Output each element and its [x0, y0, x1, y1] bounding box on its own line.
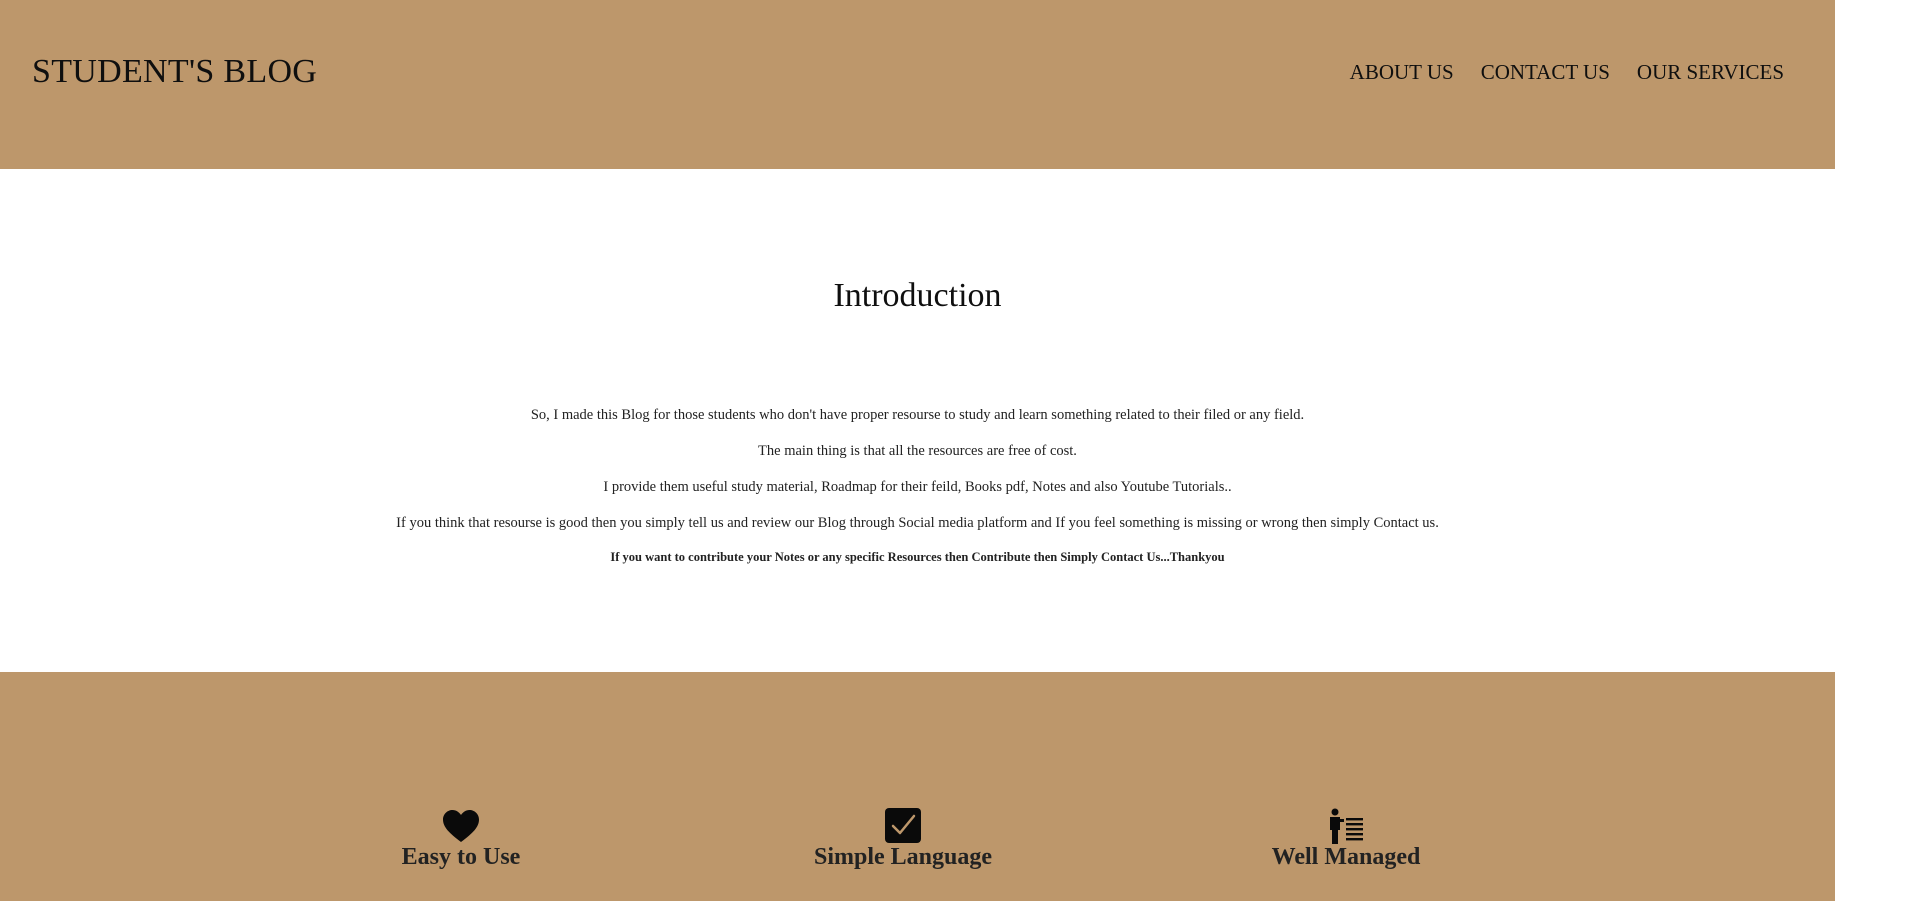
intro-paragraph: So, I made this Blog for those students … [530, 407, 1305, 423]
intro-paragraph: I provide them useful study material, Ro… [603, 479, 1232, 495]
feature-label: Well Managed [1271, 844, 1421, 870]
checkbox-icon [885, 808, 921, 843]
intro-paragraph: The main thing is that all the resources… [758, 443, 1077, 459]
contribute-note: If you want to contribute your Notes or … [610, 550, 1225, 564]
introduction-section: Introduction So, I made this Blog for th… [0, 169, 1835, 672]
feature-well-managed: Well Managed [1216, 808, 1476, 872]
site-logo-text[interactable]: STUDENT'S BLOG [32, 52, 317, 92]
site-header: STUDENT'S BLOG ABOUT US CONTACT US OUR S… [0, 0, 1835, 169]
introduction-heading: Introduction [833, 277, 1002, 314]
person-list-icon [1330, 808, 1363, 844]
heart-icon [443, 810, 479, 842]
feature-simple-language: Simple Language [773, 808, 1033, 872]
nav-about-us-link[interactable]: ABOUT US [1350, 59, 1454, 85]
main-nav: ABOUT US CONTACT US OUR SERVICES [1350, 59, 1784, 85]
features-section: Easy to Use Simple Language Well Managed [0, 672, 1835, 901]
nav-our-services-link[interactable]: OUR SERVICES [1637, 59, 1784, 85]
feature-label: Easy to Use [401, 844, 521, 870]
page: STUDENT'S BLOG ABOUT US CONTACT US OUR S… [0, 0, 1906, 901]
feature-easy-to-use: Easy to Use [331, 808, 591, 872]
nav-contact-us-link[interactable]: CONTACT US [1481, 59, 1610, 85]
feature-label: Simple Language [813, 844, 993, 870]
introduction-body: So, I made this Blog for those students … [0, 406, 1835, 566]
intro-paragraph: If you think that resourse is good then … [396, 515, 1439, 531]
